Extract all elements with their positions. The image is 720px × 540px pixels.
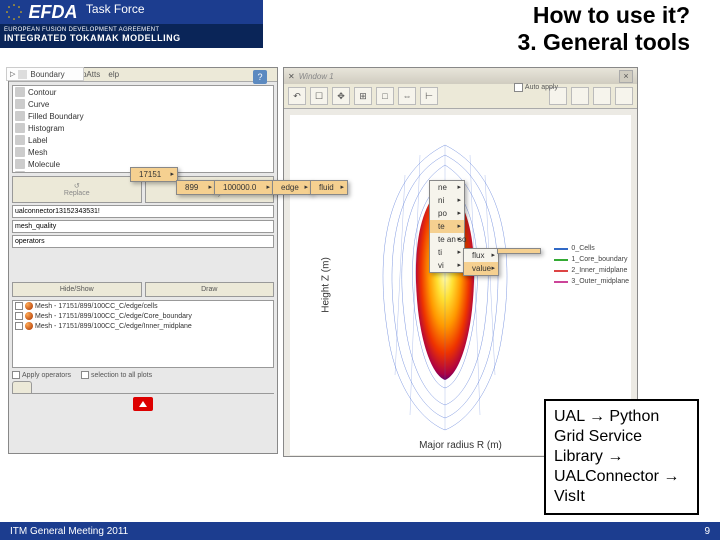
mesh-icon	[15, 147, 25, 157]
menu-help[interactable]: elp	[108, 70, 119, 79]
efda-logo-text: EFDA	[28, 2, 77, 23]
toolbar-box-icon[interactable]: □	[376, 87, 394, 105]
legend-item: 2_Inner_midplane	[554, 265, 629, 276]
toolbar-zoom-icon[interactable]: ⊞	[354, 87, 372, 105]
toolbar-undo-icon[interactable]: ↶	[288, 87, 306, 105]
menu-item[interactable]: ti▸	[430, 246, 464, 259]
toolbar-pan-icon[interactable]: ✥	[332, 87, 350, 105]
boundary-dropdown[interactable]: ▷ Boundary	[6, 67, 84, 81]
menu-time[interactable]: 100000.0▸	[214, 180, 274, 195]
legend-item: 0_Cells	[554, 243, 629, 254]
pipeline-callout: UAL → Python Grid Service Library → UALC…	[544, 399, 699, 515]
menu-item[interactable]: vi▸	[430, 259, 464, 272]
plot-legend: 0_Cells 1_Core_boundary 2_Inner_midplane…	[554, 243, 629, 287]
menu-item[interactable]: edge▸	[273, 181, 311, 194]
menu-item[interactable]: ne▸	[430, 181, 464, 194]
slide-footer: ITM General Meeting 2011 9	[0, 522, 720, 540]
close-icon[interactable]: ×	[619, 70, 633, 83]
menu-item[interactable]: flux▸	[464, 249, 498, 262]
expand-icon: ▷	[10, 70, 15, 78]
list-item[interactable]: Mesh - 17151/899/100CC_C/edge/Core_bound…	[13, 311, 273, 321]
plot-icon	[25, 302, 33, 310]
legend-item: 3_Outer_midplane	[554, 276, 629, 287]
boundary-label: Boundary	[30, 70, 64, 79]
filled-boundary-icon	[15, 111, 25, 121]
menu-last[interactable]	[497, 248, 541, 254]
menu-item[interactable]: ni▸	[430, 194, 464, 207]
toolbar-reset-icon[interactable]: ☐	[310, 87, 328, 105]
viewer-titlebar[interactable]: ✕ Window 1 ×	[284, 68, 637, 84]
eu-stars-icon	[4, 2, 24, 27]
menu-item[interactable]	[498, 249, 540, 253]
source-field[interactable]: ualconnector13152343531!	[12, 205, 274, 218]
toolbar-btn-b[interactable]	[571, 87, 589, 105]
curve-icon	[15, 99, 25, 109]
visit-controls-window: dows PlotAtts OpAtts elp ? Contour Curve…	[8, 67, 278, 454]
menu-item[interactable]: 100000.0▸	[215, 181, 273, 194]
menu-repr[interactable]: flux▸ value▸	[463, 248, 499, 276]
menu-item[interactable]: 17151▸	[131, 168, 177, 181]
slide-title: How to use it? 3. General tools	[517, 2, 690, 56]
help-icon[interactable]: ?	[253, 70, 267, 84]
hideshow-button[interactable]: Hide/Show	[12, 282, 142, 297]
menu-item[interactable]: te▸	[430, 220, 464, 233]
apply-selection-checkbox[interactable]: selection to all plots	[81, 371, 152, 379]
contour-icon	[15, 87, 25, 97]
menu-cpo[interactable]: edge▸	[272, 180, 312, 195]
footer-meeting: ITM General Meeting 2011	[10, 526, 128, 537]
menu-item[interactable]: 899▸	[177, 181, 215, 194]
histogram-icon	[15, 123, 25, 133]
multicurve-icon	[15, 171, 25, 173]
molecule-icon	[15, 159, 25, 169]
toolbar-expand-icon[interactable]: ⇔	[398, 87, 416, 105]
menu-fluid[interactable]: fluid▸	[310, 180, 348, 195]
menu-item[interactable]: value▸	[464, 262, 498, 275]
plot-icon	[25, 312, 33, 320]
label-icon	[15, 135, 25, 145]
title-line-2: 3. General tools	[517, 29, 690, 56]
tab[interactable]	[12, 381, 32, 393]
auto-apply-checkbox[interactable]: Auto apply	[514, 83, 558, 92]
y-axis-label: Height Z (m)	[320, 257, 331, 313]
header-subtitle-2: INTEGRATED TOKAMAK MODELLING	[4, 33, 259, 43]
x-axis-label: Major radius R (m)	[419, 440, 502, 451]
operators-field[interactable]: operators	[12, 235, 274, 248]
header-logo-banner: EFDA Task Force EUROPEAN FUSION DEVELOPM…	[0, 0, 263, 48]
legend-item: 1_Core_boundary	[554, 254, 629, 265]
menu-shot[interactable]: 17151▸	[130, 167, 178, 182]
toolbar-btn-c[interactable]	[593, 87, 611, 105]
draw-button[interactable]: Draw	[145, 282, 275, 297]
window-title: Window 1	[299, 72, 619, 81]
unpost-icon[interactable]	[133, 397, 153, 411]
apply-operators-checkbox[interactable]: Apply operators	[12, 371, 71, 379]
active-plots-list[interactable]: Mesh - 17151/899/100CC_C/edge/cells Mesh…	[12, 300, 274, 368]
operators-tabs[interactable]	[12, 381, 274, 394]
footer-page-number: 9	[704, 526, 710, 537]
menu-item[interactable]: po▸	[430, 207, 464, 220]
mesh-quality-field[interactable]: mesh_quality	[12, 220, 274, 233]
menu-quantity[interactable]: ne▸ ni▸ po▸ te▸ te an so▸ ti▸ vi▸	[429, 180, 465, 273]
plot-icon	[25, 322, 33, 330]
title-line-1: How to use it?	[517, 2, 690, 29]
viewer-toolbar: ↶ ☐ ✥ ⊞ □ ⇔ ⊢	[284, 84, 637, 109]
menu-run[interactable]: 899▸	[176, 180, 216, 195]
menu-item[interactable]: fluid▸	[311, 181, 347, 194]
toolbar-btn-d[interactable]	[615, 87, 633, 105]
window-icon: ✕	[288, 72, 295, 81]
toolbar-align-icon[interactable]: ⊢	[420, 87, 438, 105]
task-force-label: Task Force	[86, 2, 145, 16]
plot-type-list[interactable]: Contour Curve Filled Boundary Histogram …	[12, 85, 274, 173]
replace-button[interactable]: ↺Replace	[12, 176, 142, 203]
list-item[interactable]: Mesh - 17151/899/100CC_C/edge/Inner_midp…	[13, 321, 273, 331]
boundary-icon	[18, 70, 27, 79]
menu-item[interactable]: te an so▸	[430, 233, 464, 246]
list-item[interactable]: Mesh - 17151/899/100CC_C/edge/cells	[13, 301, 273, 311]
